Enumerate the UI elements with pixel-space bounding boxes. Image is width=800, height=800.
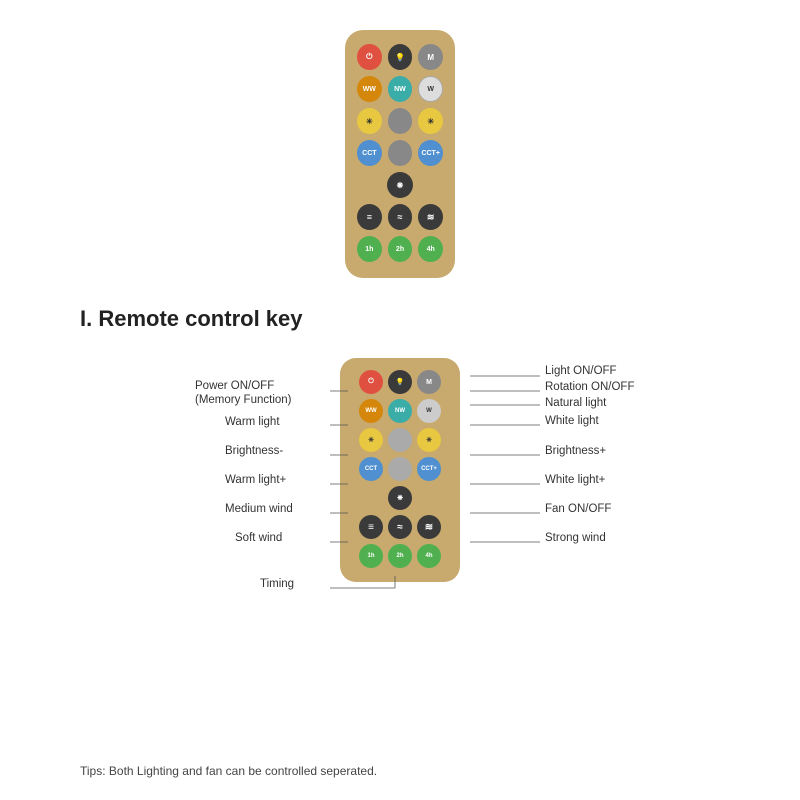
d-wind3-btn: ≋ [417, 515, 441, 539]
label-warm-light-plus: Warm light+ [225, 474, 286, 486]
label-rotation-on-off: Rotation ON/OFF [545, 381, 634, 393]
light-btn-img: 💡 [388, 44, 413, 70]
d-mid2-btn [388, 457, 412, 481]
dimdown-btn-img: ✳ [357, 108, 382, 134]
remote-image-area: ⏻ 💡 M WW NW W ✳ ✳ CCT CCT+ ❋ ≡ ≈ ≋ 1h [0, 0, 800, 278]
label-warm-light: Warm light [225, 416, 280, 428]
nw-btn-img: NW [388, 76, 413, 102]
d-mid-btn [388, 428, 412, 452]
label-fan-on-off: Fan ON/OFF [545, 503, 611, 515]
d-dimdown-btn: ✳ [359, 428, 383, 452]
label-brightness-plus: Brightness+ [545, 445, 606, 457]
fan-btn-img: ❋ [387, 172, 413, 198]
cctplus-btn-img: CCT+ [418, 140, 443, 166]
label-natural-light: Natural light [545, 397, 606, 409]
mid-btn-img [388, 108, 413, 134]
cct-btn-img: CCT [357, 140, 382, 166]
dimup-btn-img: ✳ [418, 108, 443, 134]
d-cct-btn: CCT [359, 457, 383, 481]
d-dimup-btn: ✳ [417, 428, 441, 452]
d-light-btn: 💡 [388, 370, 412, 394]
d-wind1-btn: ≡ [359, 515, 383, 539]
2h-btn-img: 2h [388, 236, 413, 262]
label-white-light-plus: White light+ [545, 474, 605, 486]
d-m-btn: M [417, 370, 441, 394]
d-ww-btn: WW [359, 399, 383, 423]
label-memory-function: (Memory Function) [195, 394, 292, 406]
d-wind2-btn: ≈ [388, 515, 412, 539]
wind1-btn-img: ≡ [357, 204, 382, 230]
label-timing: Timing [260, 578, 294, 590]
label-power-on-off: Power ON/OFF [195, 380, 274, 392]
wind3-btn-img: ≋ [418, 204, 443, 230]
label-strong-wind: Strong wind [545, 532, 606, 544]
label-light-on-off: Light ON/OFF [545, 365, 617, 377]
d-w-btn: W [417, 399, 441, 423]
label-medium-wind: Medium wind [225, 503, 293, 515]
diagram-area: ⏻ 💡 M WW NW W ✳ ✳ CCT CCT+ ❋ ≡ ≈ ≋ 1h [0, 348, 800, 658]
d-2h-btn: 2h [388, 544, 412, 568]
label-brightness-minus: Brightness- [225, 445, 283, 457]
remote-control-image: ⏻ 💡 M WW NW W ✳ ✳ CCT CCT+ ❋ ≡ ≈ ≋ 1h [345, 30, 455, 278]
4h-btn-img: 4h [418, 236, 443, 262]
label-soft-wind: Soft wind [235, 532, 282, 544]
d-1h-btn: 1h [359, 544, 383, 568]
tips-text: Tips: Both Lighting and fan can be contr… [80, 764, 377, 778]
mid2-btn-img [388, 140, 413, 166]
d-nw-btn: NW [388, 399, 412, 423]
d-fan-btn: ❋ [388, 486, 412, 510]
section-title: I. Remote control key [0, 278, 800, 348]
d-cctplus-btn: CCT+ [417, 457, 441, 481]
1h-btn-img: 1h [357, 236, 382, 262]
label-white-light: White light [545, 415, 599, 427]
m-btn-img: M [418, 44, 443, 70]
d-power-btn: ⏻ [359, 370, 383, 394]
d-4h-btn: 4h [417, 544, 441, 568]
remote-diagram: ⏻ 💡 M WW NW W ✳ ✳ CCT CCT+ ❋ ≡ ≈ ≋ 1h [340, 358, 460, 582]
ww-btn-img: WW [357, 76, 382, 102]
wind2-btn-img: ≈ [388, 204, 413, 230]
w-btn-img: W [418, 76, 443, 102]
power-btn-img: ⏻ [357, 44, 382, 70]
